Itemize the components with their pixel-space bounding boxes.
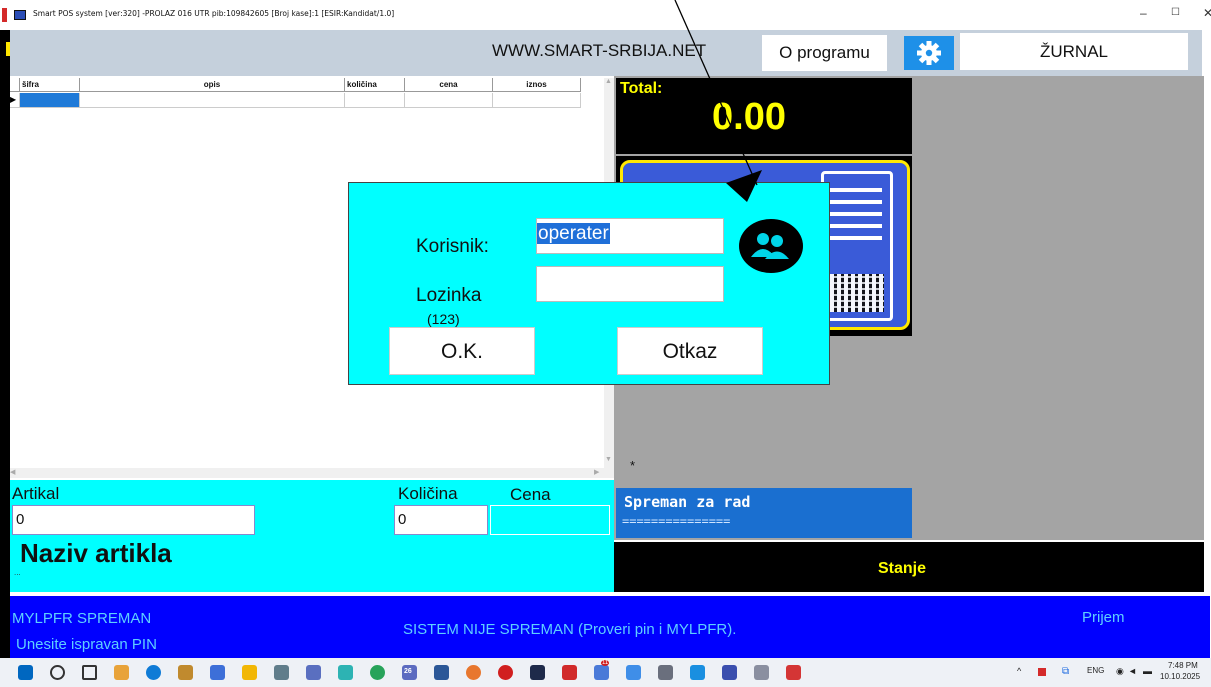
factory-app-icon[interactable] bbox=[178, 665, 193, 680]
list-app-icon[interactable] bbox=[658, 665, 673, 680]
network-app-icon[interactable] bbox=[338, 665, 353, 680]
terminal-icon[interactable] bbox=[530, 665, 545, 680]
sync-app-icon[interactable] bbox=[690, 665, 705, 680]
notify-app-icon[interactable]: 11 bbox=[594, 660, 610, 680]
notes-icon[interactable] bbox=[626, 665, 641, 680]
bug-app-icon[interactable] bbox=[786, 665, 801, 680]
calendar-badge: 26 bbox=[404, 668, 412, 675]
notification-badge: 11 bbox=[601, 660, 610, 666]
calendar-icon[interactable]: 26 bbox=[402, 665, 417, 680]
language-indicator[interactable]: ENG bbox=[1087, 666, 1104, 675]
start-icon[interactable] bbox=[18, 665, 33, 680]
copilot-icon[interactable] bbox=[114, 665, 129, 680]
edge-icon[interactable] bbox=[146, 665, 161, 680]
clock-time[interactable]: 7:48 PM bbox=[1168, 661, 1198, 670]
file-explorer-icon[interactable] bbox=[242, 665, 257, 680]
dark-app-icon[interactable] bbox=[434, 665, 449, 680]
task-view-icon[interactable] bbox=[82, 665, 97, 680]
pdf-icon[interactable] bbox=[562, 665, 577, 680]
search-icon[interactable] bbox=[50, 665, 65, 680]
tray-red-icon[interactable] bbox=[1038, 668, 1046, 676]
battery-icon[interactable]: ▬ bbox=[1143, 666, 1152, 676]
hand-app-icon[interactable] bbox=[754, 665, 769, 680]
taskbar: ^ ⧉ ENG ◉ ◄ ▬ 7:48 PM 10.10.2025 26 11 bbox=[0, 658, 1211, 687]
calculator-icon[interactable] bbox=[274, 665, 289, 680]
chrome-icon[interactable] bbox=[370, 665, 385, 680]
chart-app-icon[interactable] bbox=[306, 665, 321, 680]
tray-chevron-icon[interactable]: ^ bbox=[1017, 666, 1021, 676]
firefox-icon[interactable] bbox=[466, 665, 481, 680]
opera-icon[interactable] bbox=[498, 665, 513, 680]
annotation-arrow bbox=[674, 0, 762, 202]
save-app-icon[interactable] bbox=[210, 665, 225, 680]
volume-icon[interactable]: ◄ bbox=[1128, 666, 1137, 676]
wifi-icon[interactable]: ◉ bbox=[1116, 666, 1124, 677]
clock-date[interactable]: 10.10.2025 bbox=[1160, 672, 1200, 681]
image-app-icon[interactable] bbox=[722, 665, 737, 680]
dropbox-icon[interactable]: ⧉ bbox=[1062, 666, 1069, 677]
